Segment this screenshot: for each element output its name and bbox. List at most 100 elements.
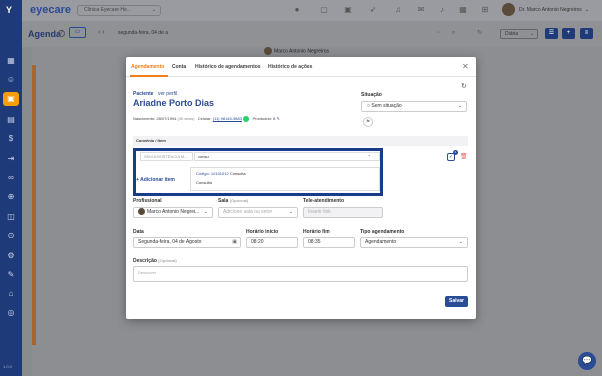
trash-icon[interactable]: 🗑 xyxy=(460,153,468,160)
item-search-text: consu xyxy=(198,154,209,159)
clinic-label: Clínica Eyecare He... xyxy=(84,7,131,13)
bell-icon[interactable]: ♪ xyxy=(437,5,447,15)
room-select[interactable]: Adicione sala ou setor ⌄ xyxy=(218,207,298,218)
situation-select[interactable]: ○ Sem situação ⌄ xyxy=(361,101,467,112)
login-icon[interactable]: ⇥ xyxy=(6,154,16,164)
tele-label: Tele-atendimento xyxy=(303,198,345,204)
flag-icon[interactable]: ⚑ xyxy=(363,117,373,127)
box-icon[interactable]: ◫ xyxy=(6,212,16,222)
cart-icon[interactable]: ⊕ xyxy=(6,192,16,202)
save-button[interactable]: Salvar xyxy=(445,296,468,307)
dropdown-option[interactable]: Consulta xyxy=(196,180,212,185)
tab-historico-acoes[interactable]: Histórico de ações xyxy=(268,64,312,70)
option-name: Consulta xyxy=(196,180,212,185)
edit-icon[interactable]: ✎ xyxy=(277,116,280,121)
calendar-button[interactable]: ▭ xyxy=(69,27,86,38)
chevron-down-icon: ⌄ xyxy=(288,209,293,215)
apps-icon[interactable]: ⊞ xyxy=(480,5,490,15)
headset-icon[interactable]: ♫ xyxy=(393,5,403,15)
view-select[interactable]: Diária ⌄ xyxy=(500,29,538,39)
patient-name: Ariadne Porto Dias xyxy=(133,98,215,108)
view-profile-link[interactable]: ver perfil xyxy=(158,91,177,97)
situation-value: Sem situação xyxy=(371,103,402,109)
tab-historico-agendamentos[interactable]: Histórico de agendamentos xyxy=(195,64,261,70)
briefcase-icon[interactable]: ▢ xyxy=(319,5,329,15)
menu-button[interactable]: ≡ xyxy=(580,28,593,39)
chat-icon[interactable]: 💬 xyxy=(578,352,596,370)
dashboard-icon[interactable]: ▦ xyxy=(6,56,16,66)
glasses-icon[interactable]: ∞ xyxy=(6,173,16,183)
add-item-button[interactable]: + Adicionar item xyxy=(136,177,175,183)
description-label-text: Descrição xyxy=(133,258,157,264)
professional-column-header: Marco Antonio Negreiros xyxy=(264,47,329,55)
date-value: Segunda-feira, 04 de Agosto xyxy=(138,239,202,245)
clinic-select[interactable]: Clínica Eyecare He... ⌄ xyxy=(77,5,161,16)
birth-value: 28/07/1994 xyxy=(156,116,177,122)
type-select[interactable]: Agendamento ⌄ xyxy=(360,237,468,248)
calendar-icon[interactable]: ▣ xyxy=(232,238,237,247)
phone-link[interactable]: (11) 98145-9883 xyxy=(213,116,242,121)
description-input[interactable]: Descrever xyxy=(133,266,468,282)
refresh-icon[interactable]: ↻ xyxy=(461,82,467,90)
close-icon[interactable]: ✕ xyxy=(462,62,469,71)
user-name: Dr. Marco Antonio Negreiros xyxy=(519,7,582,13)
add-appointment-button[interactable]: + xyxy=(562,28,575,39)
refresh-icon[interactable]: ↻ xyxy=(475,29,484,38)
patient-label: Paciente ver perfil xyxy=(133,91,177,97)
view-label: Diária xyxy=(505,31,519,37)
alerts-icon[interactable]: ● xyxy=(292,5,302,15)
item-search-input[interactable]: consu ⌃ xyxy=(194,152,380,161)
tab-agendamento[interactable]: Agendamento xyxy=(131,64,164,70)
brand-logo: eyecare xyxy=(30,4,71,16)
education-icon[interactable]: ⌂ xyxy=(6,289,16,299)
chevron-down-icon: ⌄ xyxy=(457,103,462,109)
end-time-input[interactable]: 08:35 xyxy=(303,237,355,248)
rocket-icon[interactable]: ➶ xyxy=(368,5,378,15)
convenio-select[interactable]: SEM ASSISTÊNCIA M... xyxy=(140,152,193,161)
convenio-section-header: Convênio / Item xyxy=(133,136,468,146)
age-value: (30 anos) xyxy=(177,116,195,122)
grid-icon[interactable]: ▦ xyxy=(458,5,468,15)
tele-input[interactable]: Inserir link xyxy=(303,207,383,218)
search-icon[interactable]: ⌕ xyxy=(449,29,458,38)
reports-icon[interactable]: ⊙ xyxy=(6,231,16,241)
room-label: Sala (Opcional) xyxy=(218,198,248,204)
integrations-icon[interactable]: ◎ xyxy=(6,308,16,318)
edit-icon[interactable]: ✎ xyxy=(6,270,16,280)
finance-icon[interactable]: $ xyxy=(6,134,16,144)
item-action-icon[interactable]: ✓ 1 xyxy=(447,150,458,161)
date-nav[interactable]: ‹ › xyxy=(98,29,105,36)
avatar[interactable] xyxy=(502,3,515,16)
chevron-up-icon: ⌃ xyxy=(367,154,371,159)
room-label-text: Sala xyxy=(218,198,229,204)
avatar xyxy=(138,208,145,216)
patients-icon[interactable]: ☺ xyxy=(6,75,16,85)
document-icon[interactable]: ▤ xyxy=(6,115,16,125)
user-menu[interactable]: Dr. Marco Antonio Negreiros ⌄ xyxy=(519,7,589,13)
settings-icon[interactable]: ⚙ xyxy=(6,251,16,261)
record-value: 8 xyxy=(273,116,276,122)
logo-icon: Y xyxy=(6,5,13,15)
start-time-input[interactable]: 08:20 xyxy=(246,237,298,248)
description-label: Descrição (Opcional) xyxy=(133,258,177,264)
end-time-value: 08:35 xyxy=(308,239,321,245)
agenda-icon[interactable]: ▣ xyxy=(3,92,19,106)
room-optional: (Opcional) xyxy=(229,198,249,203)
help-icon[interactable]: ? xyxy=(58,30,65,37)
calendar-icon[interactable]: ▣ xyxy=(343,5,353,15)
list-view-button[interactable]: ☰ xyxy=(545,28,558,39)
modal-tabs: Agendamento Conta Histórico de agendamen… xyxy=(126,57,476,77)
option-code: Código: 10101012 xyxy=(196,171,229,176)
calendar-small-icon[interactable]: ▫ xyxy=(434,29,443,38)
date-label: segunda-feira, 04 de a xyxy=(118,30,169,36)
dropdown-option[interactable]: Código: 10101012 Consulta xyxy=(196,171,246,176)
professional-select[interactable]: Marco Antonio Negrei... ⌄ xyxy=(133,207,213,218)
start-time-value: 08:20 xyxy=(251,239,264,245)
date-input[interactable]: Segunda-feira, 04 de Agosto ▣ xyxy=(133,237,241,248)
version-label: 1.0.0 xyxy=(3,364,12,369)
mail-icon[interactable]: ✉ xyxy=(416,5,426,15)
chevron-down-icon: ⌄ xyxy=(203,209,208,215)
whatsapp-icon[interactable] xyxy=(243,116,250,122)
badge-count: 1 xyxy=(453,150,458,155)
tab-conta[interactable]: Conta xyxy=(172,64,186,70)
